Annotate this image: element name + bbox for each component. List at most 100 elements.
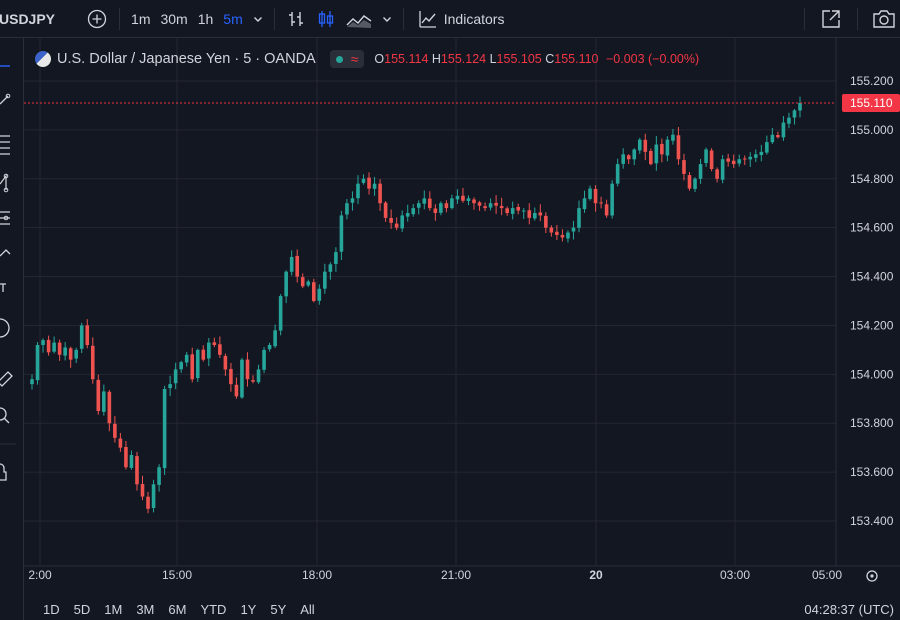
price-tick-label: 155.000 [850, 123, 894, 137]
candle-body [395, 224, 399, 228]
pattern-icon[interactable] [0, 174, 8, 192]
open-label: O [374, 52, 384, 66]
candle-body [737, 159, 741, 163]
fullscreen-button[interactable] [811, 0, 851, 38]
range-5d[interactable]: 5D [67, 602, 98, 617]
price-axis[interactable]: 155.200155.000154.800154.600154.400154.2… [850, 74, 894, 528]
candle-body [566, 233, 570, 239]
candle-body [196, 350, 200, 378]
top-toolbar: USDJPY 1m 30m 1h 5m Indicators [0, 0, 900, 38]
candle-body [539, 212, 543, 215]
close-label: C [545, 52, 554, 66]
toolbar-right [798, 0, 900, 38]
tilde-icon: ≈ [351, 51, 359, 67]
lock-icon[interactable] [0, 464, 6, 480]
range-5y[interactable]: 5Y [263, 602, 293, 617]
symbol-search-button[interactable]: USDJPY [0, 0, 61, 38]
candle-body [599, 202, 603, 203]
candle-body [682, 160, 686, 174]
candle-body [240, 360, 244, 398]
candle-body [190, 354, 194, 379]
candle-body [660, 144, 664, 154]
candle-body [301, 277, 305, 286]
gear-icon-center [870, 574, 873, 577]
candle-body [704, 149, 708, 163]
candle-body [522, 211, 526, 212]
candle-body [102, 391, 106, 411]
candle-body [699, 164, 703, 179]
range-all[interactable]: All [293, 602, 321, 617]
time-axis-settings-button[interactable] [867, 571, 877, 581]
time-axis[interactable]: 2:0015:0018:0021:002003:0005:00 [28, 568, 842, 582]
timeframe-label: 30m [160, 11, 187, 27]
toolbar-divider [403, 8, 404, 30]
range-3m[interactable]: 3M [129, 602, 161, 617]
range-ytd[interactable]: YTD [193, 602, 233, 617]
area-chart-type-button[interactable] [341, 0, 377, 38]
candle-body [710, 150, 714, 169]
brush-icon[interactable] [0, 250, 10, 256]
candle-body [411, 208, 415, 214]
candle-body [561, 235, 565, 238]
candle-body [157, 467, 161, 485]
add-symbol-button[interactable] [81, 0, 113, 38]
candle-body [721, 159, 725, 180]
utc-clock[interactable]: 04:28:37 (UTC) [804, 602, 894, 617]
symbol-label: USDJPY [0, 11, 55, 27]
indicators-button[interactable]: Indicators [410, 0, 511, 38]
candle-body [58, 343, 62, 355]
forecast-icon[interactable] [0, 212, 10, 224]
candle-body [257, 369, 261, 382]
range-6m[interactable]: 6M [161, 602, 193, 617]
zoom-icon[interactable] [0, 408, 9, 423]
candle-chart-type-button[interactable] [311, 0, 341, 38]
timeframe-1m[interactable]: 1m [126, 0, 155, 38]
time-tick-label: 05:00 [812, 568, 842, 582]
range-1y[interactable]: 1Y [233, 602, 263, 617]
timeframe-dropdown[interactable] [248, 0, 268, 38]
candle-body [312, 282, 316, 301]
candle-body [494, 203, 498, 206]
candle-body [318, 289, 322, 301]
candle-body [119, 439, 123, 448]
candle-body [262, 350, 266, 370]
bar-chart-type-button[interactable] [281, 0, 311, 38]
timeframe-30m[interactable]: 30m [155, 0, 192, 38]
candle-body [229, 369, 233, 384]
timeframe-1h[interactable]: 1h [193, 0, 219, 38]
candle-body [384, 203, 388, 218]
candle-body [456, 196, 460, 200]
candle-body [124, 447, 128, 467]
candle-body [218, 344, 222, 354]
candle-body [406, 213, 410, 217]
chart-type-dropdown[interactable] [377, 0, 397, 38]
price-tick-label: 155.200 [850, 74, 894, 88]
market-status-dot-icon [336, 56, 343, 63]
range-1m[interactable]: 1M [97, 602, 129, 617]
price-tag-label: 155.110 [850, 96, 893, 110]
emoji-icon[interactable] [0, 319, 9, 337]
price-chart[interactable]: 155.200155.000154.800154.600154.400154.2… [24, 38, 900, 590]
trend-line-icon[interactable] [0, 94, 10, 104]
close-value: 155.110 [554, 52, 598, 66]
legend-title: U.S. Dollar / Japanese Yen · 5 · OANDA [57, 51, 316, 67]
price-tick-label: 154.800 [850, 172, 894, 186]
fib-retracement-icon[interactable] [0, 136, 10, 154]
candle-body [776, 135, 780, 137]
candle-body [91, 346, 95, 379]
low-label: L [490, 52, 497, 66]
timeframe-5m[interactable]: 5m [218, 0, 247, 38]
range-1d[interactable]: 1D [36, 602, 67, 617]
candle-body [224, 356, 228, 370]
ruler-icon[interactable] [0, 372, 12, 386]
time-tick-label: 18:00 [302, 568, 332, 582]
toolbar-divider [274, 8, 275, 30]
candle-body [389, 218, 393, 223]
chevron-down-icon [252, 13, 264, 25]
candle-body [577, 208, 581, 228]
text-icon[interactable] [0, 284, 6, 292]
status-pill[interactable]: ≈ [330, 50, 365, 68]
candle-body [550, 228, 554, 233]
snapshot-button[interactable] [864, 0, 900, 38]
candle-body [400, 215, 404, 228]
